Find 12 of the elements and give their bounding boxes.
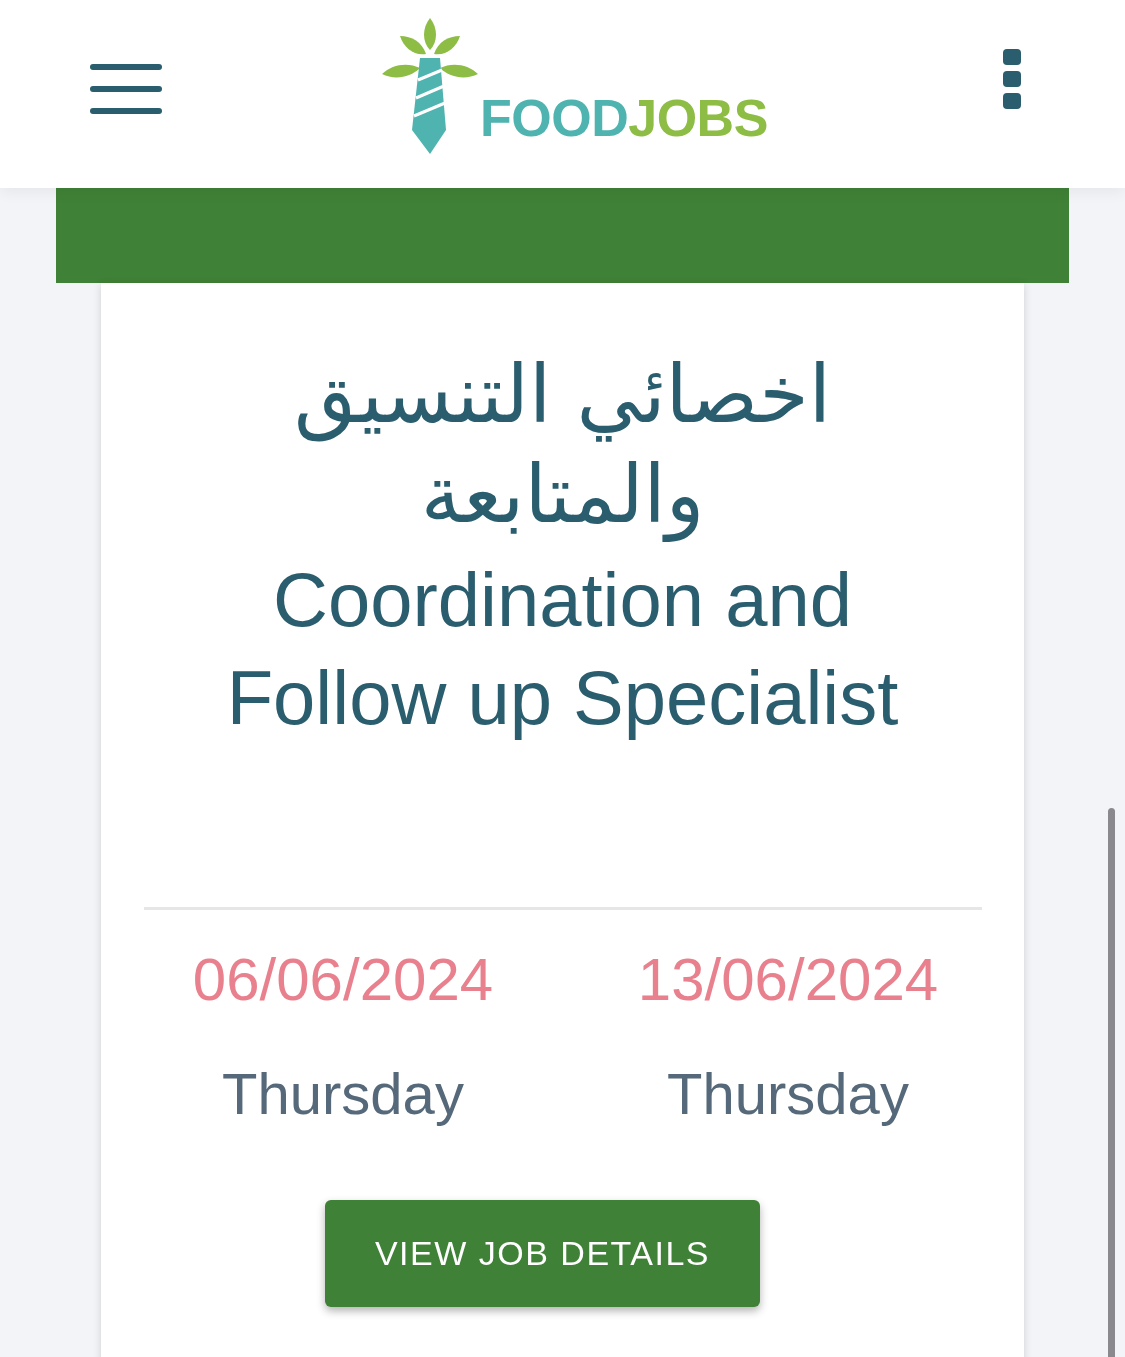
tie-leaves-logo-icon [382,18,478,154]
logo-wordmark: FOODJOBS [480,92,768,144]
date-text: 06/06/2024 [192,946,494,1014]
job-title-arabic: اخصائي التنسيق والمتابعة [293,347,832,544]
weekday-text: Thursday [667,1060,909,1128]
view-job-details-button[interactable]: VIEW JOB DETAILS [325,1200,760,1307]
menu-icon[interactable] [90,64,162,114]
weekday-text: Thursday [222,1060,464,1128]
more-options-icon[interactable] [1003,49,1021,109]
job-title-english: Coordination and Follow up Specialist [225,556,900,742]
date-text: 13/06/2024 [637,946,939,1014]
scrollbar-thumb[interactable] [1108,808,1115,1357]
